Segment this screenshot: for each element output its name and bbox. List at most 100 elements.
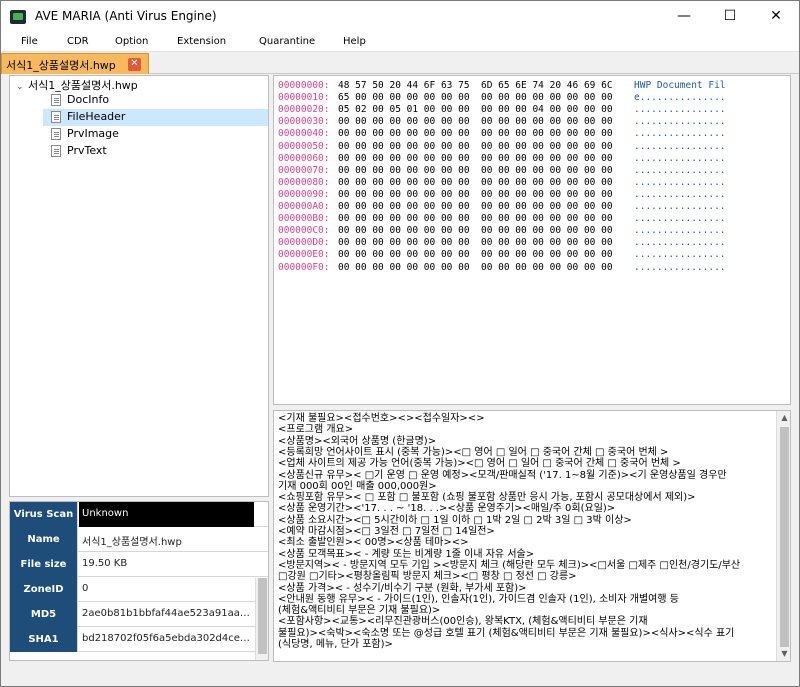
hex-bytes: 00 00 00 00 00 00 00 00 00 00 00 00 00 0… [338, 225, 613, 237]
menu-option[interactable]: Option [115, 36, 148, 47]
hex-offset: 00000010: [278, 92, 330, 104]
text-view[interactable]: <기재 불필요><접수번호><><접수일자><> <프로그램 개요> <상품명><외… [273, 410, 791, 662]
hex-offset: 00000040: [278, 128, 330, 140]
hex-offset: 000000D0: [278, 237, 330, 249]
stream-tree: ⌄ 서식1_상품설명서.hwp DocInfo FileHeader PrvIma… [9, 75, 269, 497]
hex-bytes: 05 02 00 05 01 00 00 00 00 00 00 04 00 0… [338, 104, 613, 116]
info-row-name: Name 서식1_상품설명서.hwp [10, 527, 268, 552]
info-value: Unknown [82, 508, 129, 519]
info-key: ZoneID [10, 577, 78, 602]
info-value: 0 [82, 583, 89, 594]
maximize-button[interactable]: ☐ [707, 1, 753, 32]
info-key: SHA1 [10, 627, 78, 652]
hex-offset: 000000A0: [278, 201, 330, 212]
hex-offset: 00000030: [278, 116, 330, 128]
hex-ascii: ................ [634, 188, 726, 200]
document-icon [51, 111, 61, 123]
hex-ascii: ................ [634, 152, 726, 164]
close-window-button[interactable]: ✕ [753, 1, 799, 32]
info-key: Name [10, 527, 78, 552]
hex-ascii: ................ [634, 128, 726, 140]
info-row-file-size: File size 19.50 KB [10, 552, 268, 577]
hex-ascii: ................ [634, 213, 726, 225]
hex-ascii: e............... [634, 92, 726, 104]
hex-offset: 000000F0: [278, 261, 330, 273]
tree-item-prvimage[interactable]: PrvImage [43, 126, 268, 143]
tree-item-label: PrvImage [67, 127, 119, 140]
hex-offset: 00000080: [278, 176, 330, 188]
hex-offset: 00000020: [278, 104, 330, 116]
document-icon [51, 94, 61, 106]
file-info-table: Virus Scan Unknown Name 서식1_상품설명서.hwp Fi… [9, 501, 269, 661]
tree-item-docinfo[interactable]: DocInfo [43, 92, 268, 109]
info-scrollbar-thumb[interactable] [258, 578, 267, 654]
info-value: 서식1_상품설명서.hwp [82, 537, 182, 548]
hex-bytes: 00 00 00 00 00 00 00 00 00 00 00 00 00 0… [338, 201, 613, 212]
info-scrollbar[interactable] [255, 578, 268, 660]
tree-root-item[interactable]: ⌄ 서식1_상품설명서.hwp [16, 77, 138, 93]
tree-item-prvtext[interactable]: PrvText [43, 143, 268, 160]
info-value: 2ae0b81b1bbfaf44ae523a91aa226... [82, 608, 256, 619]
hex-ascii: ................ [634, 140, 726, 152]
document-icon [51, 145, 61, 157]
hex-bytes: 00 00 00 00 00 00 00 00 00 00 00 00 00 0… [338, 116, 613, 128]
tab-close-icon[interactable]: ✕ [128, 58, 141, 71]
hex-offset: 000000B0: [278, 213, 330, 225]
hex-bytes: 00 00 00 00 00 00 00 00 00 00 00 00 00 0… [338, 261, 613, 273]
hex-offset: 00000000: [278, 80, 330, 91]
hex-ascii: ................ [634, 176, 726, 188]
tab-label: 서식1_상품설명서.hwp [6, 59, 116, 72]
menu-extension[interactable]: Extension [177, 36, 226, 47]
hex-bytes: 00 00 00 00 00 00 00 00 00 00 00 00 00 0… [338, 176, 613, 188]
info-key: File size [10, 552, 78, 577]
info-row-md5: MD5 2ae0b81b1bbfaf44ae523a91aa226... [10, 602, 268, 627]
title-bar: AVE MARIA (Anti Virus Engine) — ☐ ✕ [1, 1, 799, 32]
text-view-scrollbar[interactable]: ▲ ▼ [776, 411, 790, 661]
hex-offset: 00000050: [278, 140, 330, 152]
hex-bytes: 65 00 00 00 00 00 00 00 00 00 00 00 00 0… [338, 92, 613, 104]
hex-bytes: 00 00 00 00 00 00 00 00 00 00 00 00 00 0… [338, 188, 613, 200]
hex-ascii: ................ [634, 249, 726, 261]
scroll-down-icon[interactable]: ▼ [777, 647, 790, 661]
hex-offset: 000000E0: [278, 249, 330, 261]
scroll-up-icon[interactable]: ▲ [777, 411, 790, 425]
hex-offset: 000000C0: [278, 225, 330, 237]
menu-help[interactable]: Help [343, 36, 366, 47]
document-tab[interactable]: 서식1_상품설명서.hwp ✕ [1, 53, 149, 74]
hex-ascii: ................ [634, 116, 726, 128]
text-line: (식당명, 메뉴, 단가 포함)> [278, 639, 393, 650]
info-row-zoneid: ZoneID 0 [10, 577, 268, 602]
hex-offset: 00000060: [278, 152, 330, 164]
text-view-scrollbar-thumb[interactable] [780, 427, 789, 647]
hex-bytes: 00 00 00 00 00 00 00 00 00 00 00 00 00 0… [338, 140, 613, 152]
info-key: MD5 [10, 602, 78, 627]
hex-bytes: 00 00 00 00 00 00 00 00 00 00 00 00 00 0… [338, 128, 613, 140]
chevron-down-icon[interactable]: ⌄ [16, 82, 28, 92]
app-window: AVE MARIA (Anti Virus Engine) — ☐ ✕ File… [0, 0, 800, 687]
hex-ascii: HWP Document Fil [634, 80, 726, 91]
hex-bytes: 00 00 00 00 00 00 00 00 00 00 00 00 00 0… [338, 237, 613, 249]
info-value: bd218702f05f6a5ebda302d4ced3f... [82, 633, 256, 644]
document-icon [51, 128, 61, 140]
hex-view[interactable]: 00000000: 48 57 50 20 44 6F 63 75 6D 65 6… [273, 75, 791, 405]
document-tab-strip: 서식1_상품설명서.hwp ✕ [1, 52, 799, 74]
hex-ascii: ................ [634, 261, 726, 273]
app-logo-icon [10, 10, 26, 24]
window-title: AVE MARIA (Anti Virus Engine) [35, 9, 217, 23]
hex-bytes: 48 57 50 20 44 6F 63 75 6D 65 6E 74 20 4… [338, 80, 613, 91]
hex-offset: 00000070: [278, 164, 330, 176]
tree-item-fileheader[interactable]: FileHeader [43, 109, 268, 126]
minimize-button[interactable]: — [661, 1, 707, 32]
tree-item-label: PrvText [67, 144, 107, 157]
hex-ascii: ................ [634, 104, 726, 116]
menu-quarantine[interactable]: Quarantine [259, 36, 315, 47]
hex-offset: 00000090: [278, 188, 330, 200]
menu-cdr[interactable]: CDR [67, 36, 89, 47]
info-row-sha1: SHA1 bd218702f05f6a5ebda302d4ced3f... [10, 627, 268, 652]
hex-bytes: 00 00 00 00 00 00 00 00 00 00 00 00 00 0… [338, 152, 613, 164]
tree-root-label: 서식1_상품설명서.hwp [28, 79, 138, 92]
hex-ascii: ................ [634, 225, 726, 237]
info-value: 19.50 KB [82, 558, 128, 569]
hex-ascii: ................ [634, 201, 726, 212]
menu-file[interactable]: File [21, 36, 38, 47]
